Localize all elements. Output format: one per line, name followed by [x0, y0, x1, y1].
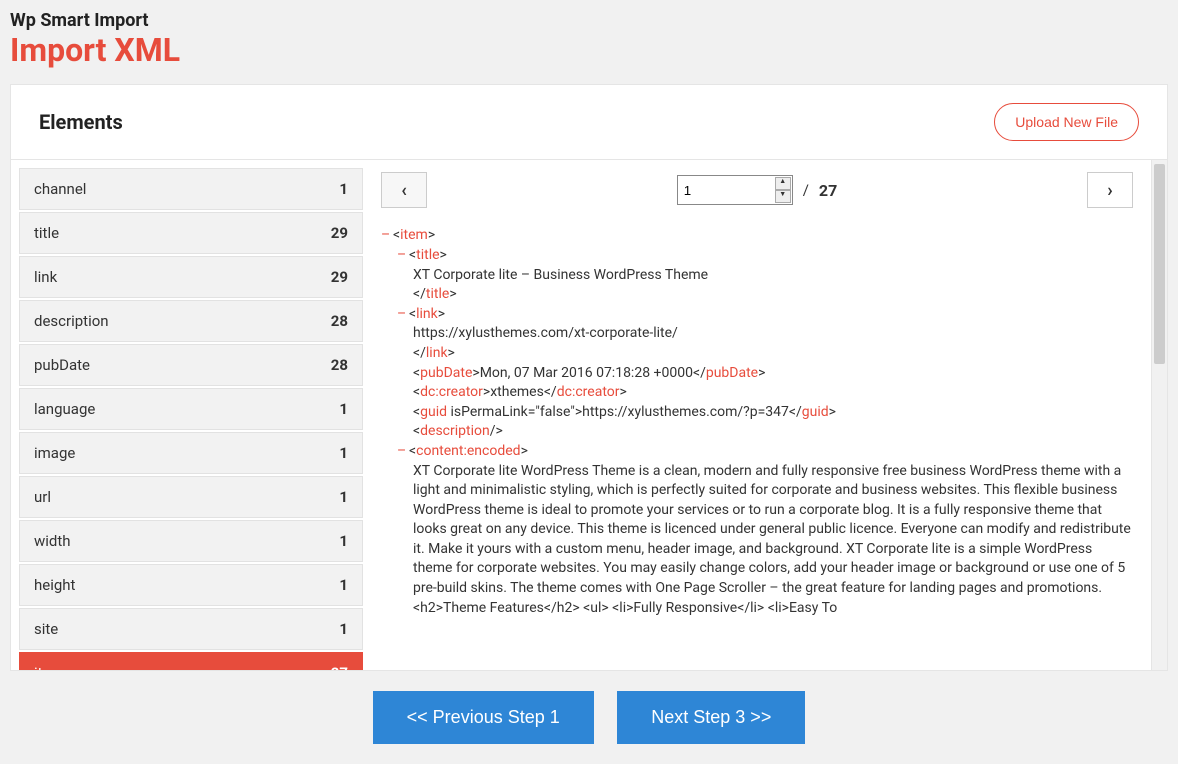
elements-list: channel1title29link29description28pubDat… — [11, 160, 363, 670]
pager-total: 27 — [819, 181, 837, 200]
pager-prev-button[interactable]: ‹ — [381, 172, 427, 208]
element-name: language — [34, 400, 95, 418]
element-row-item[interactable]: item 27 — [19, 652, 363, 670]
element-row-language[interactable]: language 1 — [19, 388, 363, 430]
element-name: image — [34, 444, 75, 462]
collapse-toggle-icon[interactable]: – — [381, 226, 393, 246]
scrollbar-thumb[interactable] — [1154, 164, 1165, 364]
element-row-description[interactable]: description 28 — [19, 300, 363, 342]
upload-new-file-button[interactable]: Upload New File — [994, 103, 1139, 141]
element-name: url — [34, 488, 51, 506]
element-count: 1 — [339, 620, 348, 638]
element-row-height[interactable]: height 1 — [19, 564, 363, 606]
previous-step-button[interactable]: << Previous Step 1 — [373, 691, 594, 744]
element-count: 28 — [331, 312, 348, 330]
pager-separator: / — [803, 181, 809, 199]
element-row-title[interactable]: title 29 — [19, 212, 363, 254]
element-name: description — [34, 312, 109, 330]
pager: ‹ ▲ ▼ / 27 › — [381, 172, 1133, 208]
spinner-down-button[interactable]: ▼ — [775, 190, 791, 203]
main-panel: Elements Upload New File channel 1 title 29… — [10, 84, 1168, 671]
xml-viewer: ‹ ▲ ▼ / 27 › – <item>– — [363, 160, 1167, 670]
page-title: Import XML — [10, 31, 1168, 69]
pager-next-button[interactable]: › — [1087, 172, 1133, 208]
element-count: 1 — [339, 576, 348, 594]
spinner-up-button[interactable]: ▲ — [775, 177, 791, 190]
viewer-scrollbar[interactable] — [1151, 160, 1167, 670]
element-row-pubDate[interactable]: pubDate 28 — [19, 344, 363, 386]
panel-title: Elements — [39, 110, 123, 134]
element-name: channel — [34, 180, 86, 198]
collapse-toggle-icon[interactable]: – — [397, 442, 409, 462]
element-name: link — [34, 268, 57, 286]
element-row-channel[interactable]: channel 1 — [19, 168, 363, 210]
element-count: 28 — [331, 356, 348, 374]
next-step-button[interactable]: Next Step 3 >> — [617, 691, 805, 744]
xml-tree: – <item>– <title>XT Corporate lite – Bus… — [381, 226, 1133, 661]
element-row-url[interactable]: url 1 — [19, 476, 363, 518]
element-row-image[interactable]: image 1 — [19, 432, 363, 474]
element-count: 1 — [339, 532, 348, 550]
chevron-right-icon: › — [1107, 180, 1112, 201]
element-count: 29 — [331, 268, 348, 286]
element-count: 27 — [331, 664, 348, 670]
element-count: 1 — [339, 180, 348, 198]
element-name: site — [34, 620, 58, 638]
element-name: height — [34, 576, 75, 594]
element-row-width[interactable]: width 1 — [19, 520, 363, 562]
element-name: width — [34, 532, 71, 550]
element-count: 1 — [339, 488, 348, 506]
element-count: 1 — [339, 444, 348, 462]
collapse-toggle-icon[interactable]: – — [397, 305, 409, 325]
element-count: 29 — [331, 224, 348, 242]
element-row-link[interactable]: link 29 — [19, 256, 363, 298]
element-name: title — [34, 224, 59, 242]
element-name: item — [34, 664, 64, 670]
collapse-toggle-icon[interactable]: – — [397, 246, 409, 266]
element-name: pubDate — [34, 356, 90, 374]
element-row-site[interactable]: site 1 — [19, 608, 363, 650]
element-count: 1 — [339, 400, 348, 418]
app-title: Wp Smart Import — [10, 10, 1168, 31]
chevron-left-icon: ‹ — [401, 180, 407, 201]
